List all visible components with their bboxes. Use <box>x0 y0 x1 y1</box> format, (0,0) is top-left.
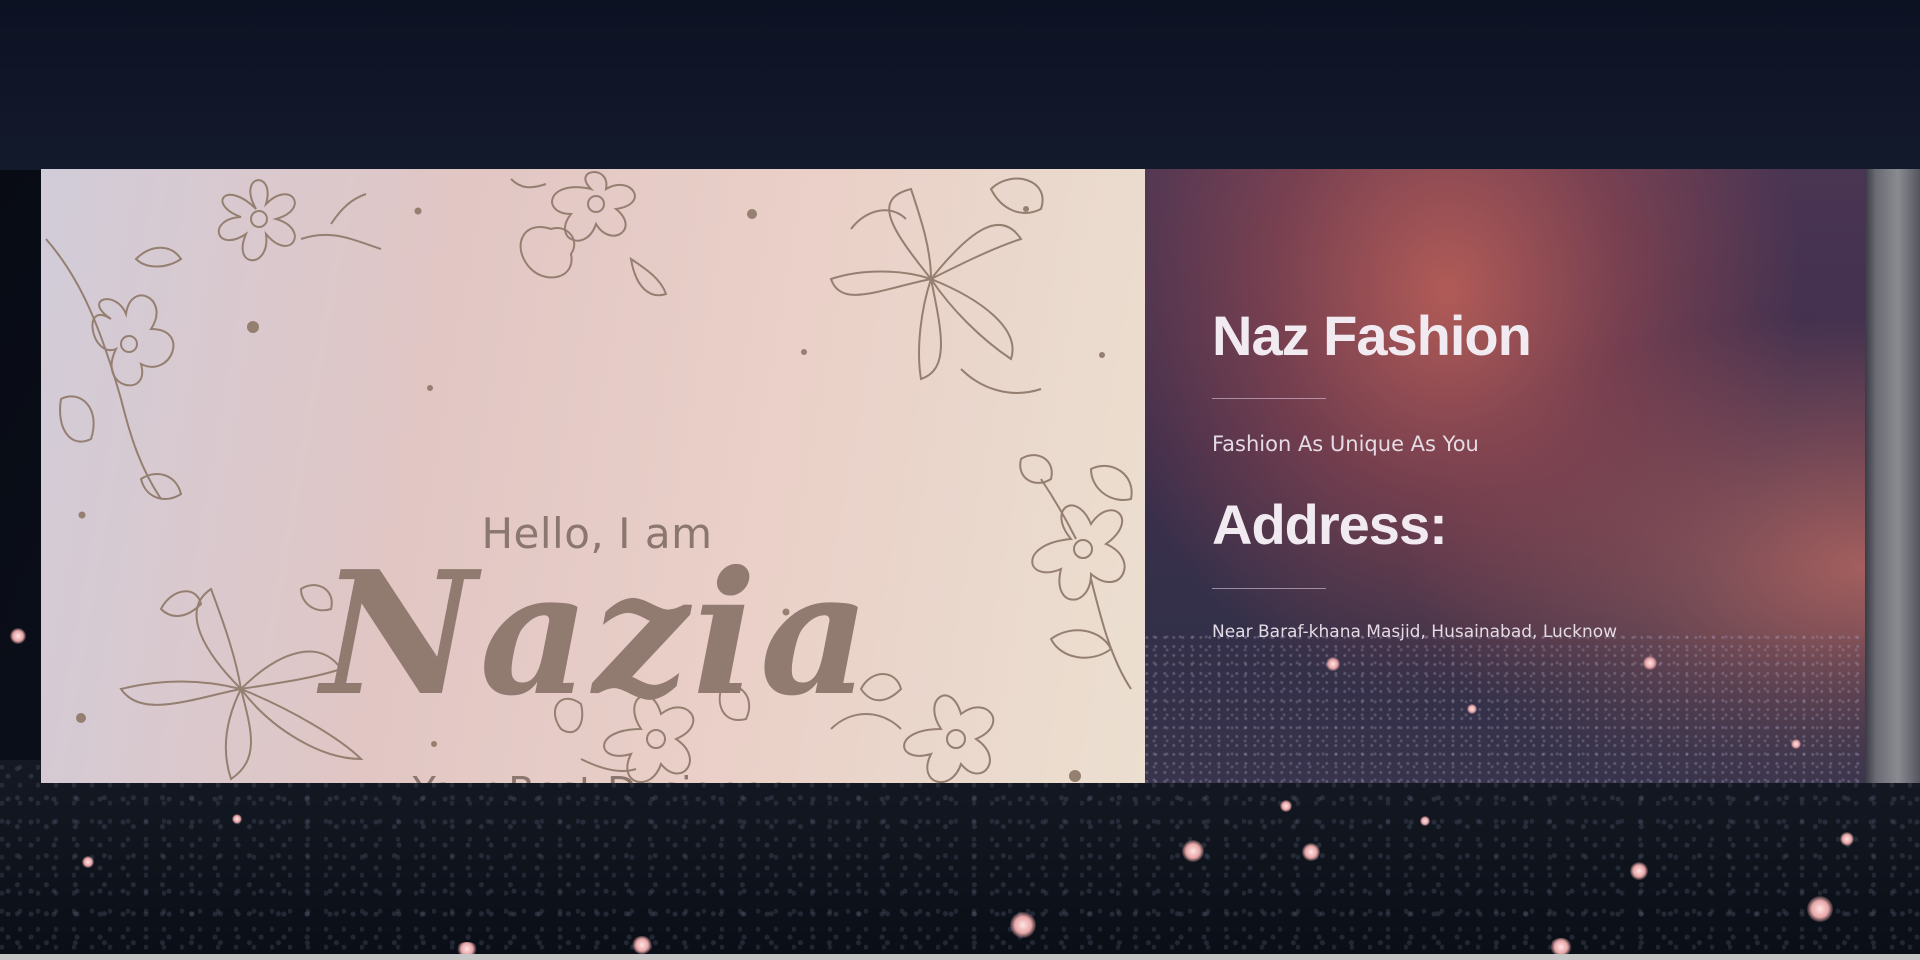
sparkle-icon <box>82 856 94 868</box>
sparkle-icon <box>632 936 652 954</box>
next-slide-preview[interactable] <box>1865 169 1920 783</box>
sparkle-icon <box>1467 704 1477 714</box>
sparkle-icon <box>1630 862 1648 880</box>
sparkle-icon <box>1420 816 1430 826</box>
sparkle-icon <box>1791 739 1801 749</box>
brand-title: Naz Fashion <box>1212 304 1532 367</box>
brand-tagline: Fashion As Unique As You <box>1212 432 1479 456</box>
sparkle-icon <box>10 628 26 644</box>
sparkle-icon <box>1326 657 1340 671</box>
address-text: Near Baraf-khana Masjid, Husainabad, Luc… <box>1212 622 1618 642</box>
sparkle-icon <box>1010 912 1036 938</box>
sparkle-icon <box>1302 843 1320 861</box>
sparkle-icon <box>1280 800 1292 812</box>
designer-banner: Hello, I am Nazia Your Best Designer <box>41 169 1145 783</box>
sparkle-icon <box>1807 896 1833 922</box>
glitter-background <box>0 760 1920 960</box>
background-blur <box>0 0 1920 170</box>
address-divider <box>1212 588 1326 589</box>
sparkle-icon <box>1643 656 1657 670</box>
title-divider <box>1212 398 1326 399</box>
sparkle-icon <box>1840 832 1854 846</box>
info-panel <box>1145 169 1865 783</box>
sparkle-icon <box>1182 840 1204 862</box>
bottom-divider <box>0 954 1920 960</box>
address-heading: Address: <box>1212 493 1448 556</box>
designer-tagline: Your Best Designer <box>41 769 1145 783</box>
sparkle-icon <box>232 814 242 824</box>
designer-name: Nazia <box>321 534 873 734</box>
glitter-background <box>1145 633 1865 783</box>
page: Hello, I am Nazia Your Best Designer Naz… <box>0 0 1920 960</box>
